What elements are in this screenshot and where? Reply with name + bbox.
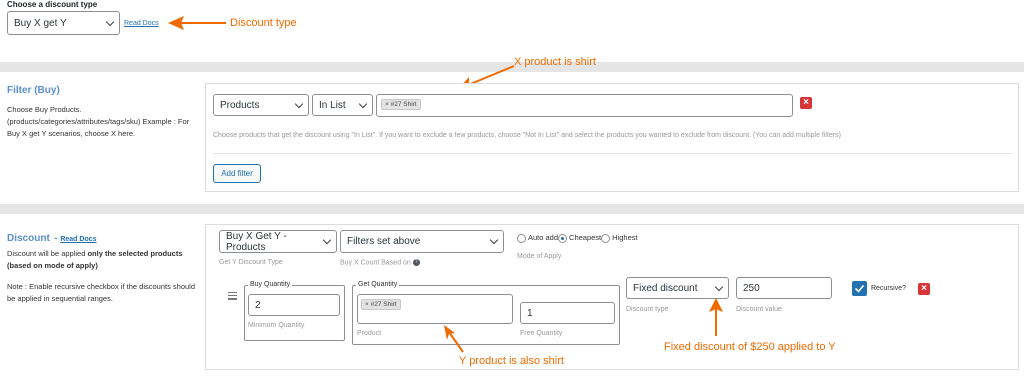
remove-filter-button[interactable]: ×	[800, 97, 812, 109]
discount-description: Discount will be applied only the select…	[7, 248, 202, 272]
annotation-arrow-fixed-discount	[709, 298, 723, 336]
radio-cheapest-label: Cheapest	[569, 233, 602, 242]
product-chip[interactable]: × #27 Shirt	[381, 99, 421, 110]
discount-type-value: Buy X get Y	[14, 17, 67, 29]
filter-condition-select[interactable]: In List	[312, 94, 373, 116]
info-icon: ?	[412, 259, 420, 266]
buy-x-count-label: Buy X Count Based on ?	[340, 259, 420, 266]
radio-highest-label: Highest	[612, 233, 638, 242]
discount-type-label: Discount type	[626, 306, 669, 313]
radio-auto-add[interactable]	[517, 233, 526, 243]
discount-type-select[interactable]: Buy X get Y	[7, 11, 120, 35]
fixed-discount-value: Fixed discount	[633, 282, 698, 294]
discount-title-row: Discount - Read Docs	[7, 233, 97, 244]
annotation-arrow-discount-type	[168, 16, 226, 30]
radio-cheapest[interactable]	[558, 233, 568, 243]
discount-title: Discount	[7, 233, 50, 244]
get-y-discount-type-value: Buy X Get Y - Products	[226, 230, 287, 253]
discount-desc-text: Discount will be applied	[7, 249, 88, 258]
annotation-fixed-discount: Fixed discount of $250 applied to Y	[664, 341, 836, 353]
filter-condition-value: In List	[319, 99, 346, 111]
discount-value: 250	[743, 282, 760, 294]
free-quantity-value: 1	[527, 307, 533, 319]
annotation-x-product: X product is shirt	[514, 56, 596, 68]
free-quantity-input[interactable]: 1	[520, 302, 615, 324]
buy-x-count-select[interactable]: Filters set above	[340, 230, 504, 253]
buy-x-count-value: Filters set above	[347, 236, 421, 247]
filter-divider	[213, 153, 1013, 154]
free-quantity-label: Free Quantity	[520, 330, 563, 337]
filter-description: Choose Buy Products. (products/categorie…	[7, 105, 190, 138]
product-label: Product	[357, 330, 382, 337]
mode-of-apply-radios: Auto add Cheapest Highest	[517, 233, 638, 243]
drag-handle-icon[interactable]	[228, 292, 237, 300]
buy-quantity-input[interactable]: 2	[248, 294, 340, 316]
discount-type-heading: Choose a discount type	[7, 0, 98, 9]
buy-x-count-label-text: Buy X Count Based on	[340, 259, 411, 267]
recursive-label: Recursive?	[871, 285, 907, 292]
chevron-down-icon	[358, 99, 368, 108]
annotation-discount-type: Discount type	[230, 17, 297, 29]
buy-quantity-value: 2	[255, 299, 261, 311]
discount-note: Note : Enable recursive checkbox if the …	[7, 282, 196, 303]
check-icon	[854, 284, 865, 293]
mode-of-apply-label: Mode of Apply	[517, 253, 562, 260]
filter-hint: Choose products that get the discount us…	[213, 132, 841, 139]
filter-type-select[interactable]: Products	[213, 94, 309, 116]
discount-value-label: Discount value	[736, 306, 782, 313]
chevron-down-icon	[294, 99, 304, 108]
filter-type-value: Products	[220, 99, 260, 111]
minimum-quantity-label: Minimum Quantity	[248, 322, 305, 329]
get-quantity-legend: Get Quantity	[356, 281, 400, 288]
get-y-discount-type-select[interactable]: Buy X Get Y - Products	[219, 230, 337, 253]
get-product-chip[interactable]: × #27 Shirt	[361, 299, 401, 310]
remove-range-button[interactable]: ×	[918, 283, 930, 295]
get-y-discount-type-label: Get Y Discount Type	[219, 259, 283, 266]
discount-value-input[interactable]: 250	[736, 277, 832, 299]
chevron-down-icon	[105, 17, 115, 26]
recursive-checkbox[interactable]	[852, 281, 867, 296]
section-divider	[0, 204, 1024, 214]
filter-title: Filter (Buy)	[7, 85, 60, 96]
chevron-down-icon	[489, 235, 499, 245]
chevron-down-icon	[714, 282, 724, 291]
add-filter-button[interactable]: Add filter	[213, 164, 261, 183]
buy-quantity-legend: Buy Quantity	[248, 281, 293, 288]
annotation-arrow-y-product	[444, 325, 464, 353]
annotation-y-product: Y product is also shirt	[459, 355, 564, 367]
radio-highest[interactable]	[601, 233, 611, 243]
add-filter-label: Add filter	[221, 169, 253, 178]
radio-auto-add-label: Auto add	[528, 233, 559, 242]
filter-products-input[interactable]	[376, 94, 793, 117]
discount-read-docs-link[interactable]: Read Docs	[60, 236, 96, 243]
read-docs-link[interactable]: Read Docs	[124, 20, 159, 27]
